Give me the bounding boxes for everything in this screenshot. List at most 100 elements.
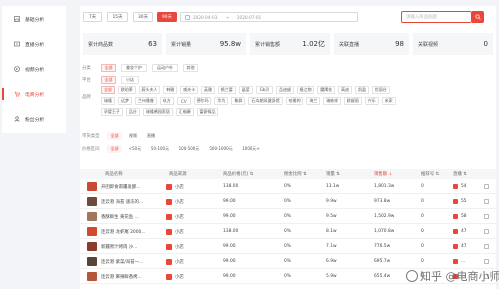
sidebar-item-ecommerce[interactable]: 电商分析 (2, 86, 66, 102)
filter-brand-item[interactable]: 植之物 (296, 86, 315, 94)
filter-brand-item[interactable]: 高迪 (338, 86, 352, 94)
range-30d-button[interactable]: 30天 (133, 12, 153, 22)
product-name[interactable]: 连云港 麻辣鲜香烤... (101, 269, 164, 284)
col-sales[interactable]: 销量 ⇅ (326, 169, 340, 179)
table-row[interactable]: 开团即食南疆发酵... 小店 138.00 0% 13.1w 1,801.3w 0 54 (80, 179, 496, 194)
filter-category-item[interactable]: 美妆个护 (121, 64, 147, 72)
filter-brand-item[interactable]: 海兰 (306, 97, 321, 105)
table-row[interactable]: 连云港 龙虾尾 2000... 小店 138.00 0% 8.1w 1,070.8w 0 47 (80, 224, 496, 239)
product-name[interactable]: 开团即食南疆发酵... (101, 179, 164, 194)
filter-brand-item[interactable]: 象群 (231, 97, 246, 105)
filter-brand-item[interactable]: 德尔玛 (193, 97, 212, 105)
filter-platform-label: 平台 (82, 78, 91, 83)
date-range-picker[interactable]: 2020-04-03 → 2020-07-01 (180, 12, 358, 22)
filter-category-all[interactable]: 全部 (101, 64, 116, 72)
col-price[interactable]: 商品价格(元) ⇅ (223, 169, 253, 179)
row-select[interactable] (484, 194, 489, 209)
filter-source-all[interactable]: 全部 (107, 132, 122, 140)
col-revenue[interactable]: 销售额 ⇣ (374, 169, 392, 179)
filter-price-item[interactable]: 1000元+ (240, 145, 262, 153)
filter-brand-item[interactable]: Gb贝 (255, 86, 274, 94)
filter-brand-item[interactable]: 远梦 (118, 97, 132, 105)
filter-brand-item[interactable]: 英雅 (201, 86, 215, 94)
filter-brand-item[interactable]: 米家 (381, 97, 396, 105)
filter-brand-all[interactable]: 全部 (101, 86, 115, 94)
filter-source-item[interactable]: 视频 (126, 132, 140, 140)
search-button[interactable] (472, 11, 484, 23)
date-end: 2020-07-01 (236, 14, 262, 20)
sidebar-item-basic[interactable]: 基础分析 (2, 11, 66, 27)
row-select[interactable] (484, 209, 489, 224)
sidebar-item-video[interactable]: 视频分析 (2, 61, 66, 77)
col-source: 商品来源 (169, 172, 187, 177)
filter-brand-item[interactable]: 石岛朗风健身馆 (248, 97, 283, 105)
filter-brand-item[interactable]: 格兰富 (218, 86, 236, 94)
filter-price-item[interactable]: 100-500元 (176, 145, 202, 153)
product-price: 99.00 (223, 214, 236, 219)
sidebar-item-fans[interactable]: 粉丝分析 (2, 111, 66, 127)
product-sales: 7.1w (326, 244, 337, 249)
filter-brand-item[interactable]: 华为 (214, 97, 229, 105)
filter-price-item[interactable]: 50-100元 (149, 145, 171, 153)
filter-category-item[interactable]: 其他 (183, 64, 198, 72)
table-row[interactable]: 新疆原汁烤肉 沙... 小店 99.00 0% 7.1w 776.5w 0 47 (80, 239, 496, 254)
filter-brand-item[interactable]: 品迪缇 (276, 86, 294, 94)
checkbox-icon (484, 199, 489, 204)
filter-price-item[interactable]: 500-1000元 (207, 145, 235, 153)
row-select[interactable] (484, 239, 489, 254)
row-select[interactable] (484, 179, 489, 194)
product-name[interactable]: 连云港 海苔 速冻的... (101, 194, 164, 209)
product-price: 99.00 (223, 244, 236, 249)
row-select[interactable] (484, 254, 489, 269)
filter-brand-item[interactable]: 兴乐 (364, 97, 379, 105)
filter-brand-item[interactable]: 威夫卡 (180, 86, 198, 94)
filter-brand-item[interactable]: 晶莹 (238, 86, 253, 94)
chart-icon (14, 16, 20, 22)
product-name[interactable]: 新疆原汁烤肉 沙... (101, 239, 164, 254)
filter-brand-item[interactable]: 魔羯花 (317, 86, 335, 94)
filter-brand-item[interactable]: 韩雅 (163, 86, 178, 94)
filter-brand-item[interactable]: 欧珀莱 (118, 86, 136, 94)
product-revenue: 1,070.8w (374, 229, 395, 234)
filter-price-all[interactable]: 全部 (107, 145, 122, 153)
product-name[interactable]: 连云港 龙虾尾 2000... (101, 224, 164, 239)
col-rec[interactable]: 推荐号 ⇅ (421, 169, 439, 179)
range-7d-button[interactable]: 7天 (83, 12, 102, 22)
row-select[interactable] (484, 224, 489, 239)
filter-brand-item[interactable]: 兰州雅睿 (135, 97, 157, 105)
main-panel: 7天 15天 30天 90天 2020-04-03 → 2020-07-01 请… (80, 6, 499, 289)
filter-brand-item[interactable]: 欧缇丽 (344, 97, 362, 105)
product-name[interactable]: 香酥鲜生 黄花鱼 ... (101, 209, 164, 224)
sidebar-item-live[interactable]: 直播分析 (2, 36, 66, 52)
filter-source-item[interactable]: 直播 (144, 132, 158, 140)
col-live[interactable]: 直播 ⇅ (453, 169, 467, 179)
filter-brand-item[interactable]: 凯盈 (355, 86, 369, 94)
filter-category-item[interactable]: 运动户外 (152, 64, 178, 72)
filter-brand-item[interactable]: 蔚头夫人 (138, 86, 161, 94)
filter-brand-item[interactable]: 瑞隆 (101, 97, 115, 105)
filter-platform-item[interactable]: 小店 (121, 76, 139, 84)
product-rec: 0 (421, 259, 424, 264)
filter-brand-item[interactable]: 孕婴王子 (101, 108, 123, 116)
product-thumbnail (87, 182, 97, 191)
range-15d-button[interactable]: 15天 (107, 12, 128, 22)
filter-brand-item[interactable]: 富豪铸品 (196, 108, 219, 116)
search-input[interactable]: 请输入商品标题 (401, 11, 472, 23)
filter-platform-all[interactable]: 全部 (101, 76, 116, 84)
table-row[interactable]: 连云港 紫菜/海苔一... 小店 99.00 0% 6.9w 695.7w 0... (80, 254, 496, 269)
filter-brand-item[interactable]: 玖方 (159, 97, 174, 105)
col-commission[interactable]: 佣金比例 ⇅ (284, 169, 307, 179)
product-name[interactable]: 连云港 紫菜/海苔一... (101, 254, 164, 269)
filter-brand-item[interactable]: 哈雅的 (285, 97, 304, 105)
filter-brand-item[interactable]: 瑞隆酱园家居 (142, 108, 173, 116)
filter-price-item[interactable]: <50元 (126, 145, 144, 153)
filter-brand-item[interactable]: CV (176, 97, 191, 105)
filter-brand-item[interactable]: 品谷 (125, 108, 140, 116)
filter-brand-item[interactable]: 优丽谷 (372, 86, 390, 94)
filter-brand-item[interactable]: 瑞蚨祥 (323, 97, 341, 105)
filter-brand-item[interactable]: 汇福康 (176, 108, 194, 116)
range-90d-button[interactable]: 90天 (157, 12, 177, 22)
table-row[interactable]: 连云港 海苔 速冻的... 小店 99.00 0% 9.9w 973.8w 0 55 (80, 194, 496, 209)
product-live: 55 (453, 194, 467, 209)
table-row[interactable]: 香酥鲜生 黄花鱼 ... 小店 99.00 0% 9.5w 1,502.9w 0 58 (80, 209, 496, 224)
